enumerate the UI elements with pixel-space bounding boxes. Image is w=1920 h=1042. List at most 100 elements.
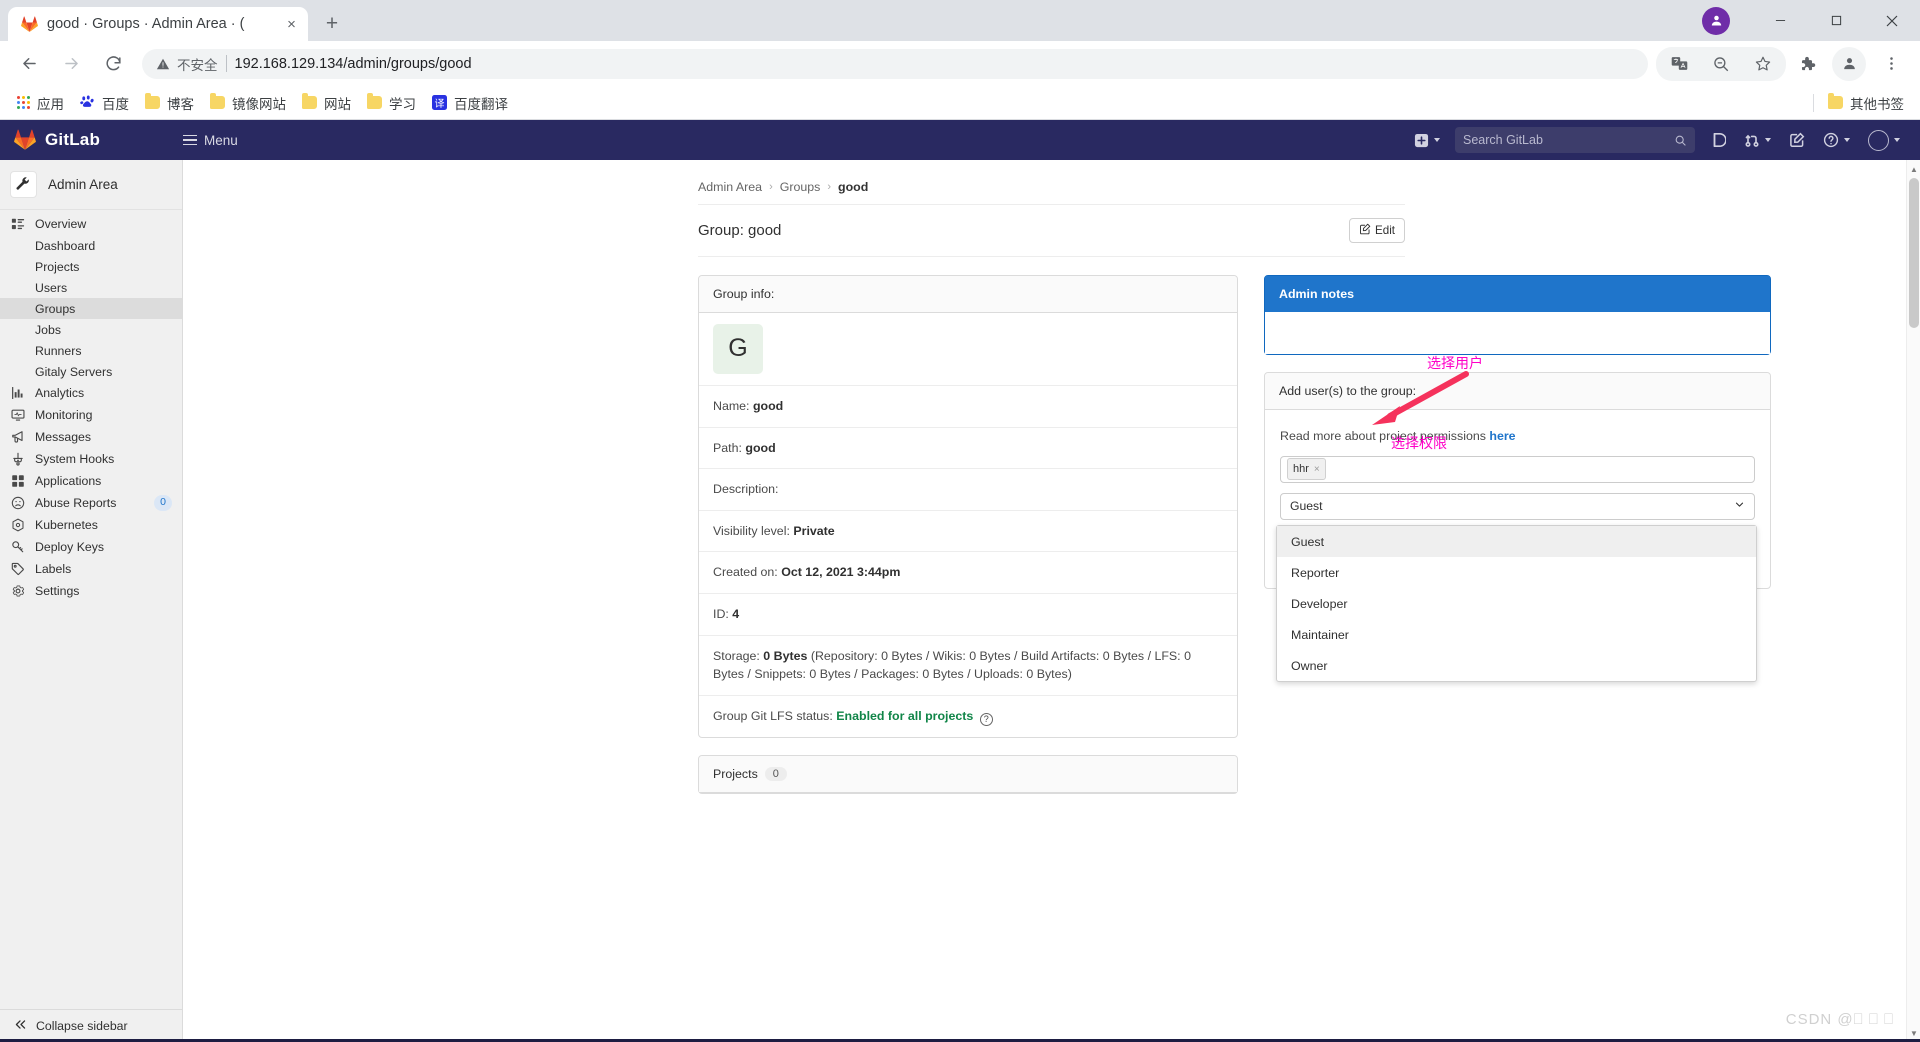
sidebar-item-dashboard[interactable]: Dashboard xyxy=(0,235,182,256)
breadcrumb-groups[interactable]: Groups xyxy=(780,180,821,194)
collapse-sidebar-button[interactable]: Collapse sidebar xyxy=(0,1009,182,1042)
group-info-card-title: Group info: xyxy=(699,276,1237,313)
sidebar-context-admin-area[interactable]: Admin Area xyxy=(0,160,182,210)
page-scrollbar[interactable]: ▲ ▼ xyxy=(1906,160,1920,1042)
sidebar-item-kubernetes[interactable]: Kubernetes xyxy=(0,514,182,536)
bookmark-star-icon[interactable] xyxy=(1746,47,1780,81)
permissions-here-link[interactable]: here xyxy=(1489,429,1515,443)
bookmark-other-folder[interactable]: 其他书签 xyxy=(1820,89,1912,117)
bookmarks-other: 其他书签 xyxy=(1807,89,1912,117)
scrollbar-thumb[interactable] xyxy=(1909,178,1919,328)
help-circle-icon[interactable]: ? xyxy=(980,713,993,726)
menu-kebab-icon[interactable] xyxy=(1874,47,1908,81)
profile-icon[interactable] xyxy=(1832,47,1866,81)
sidebar-item-gitaly-servers[interactable]: Gitaly Servers xyxy=(0,361,182,382)
help-icon[interactable] xyxy=(1814,120,1859,160)
browser-tab[interactable]: good · Groups · Admin Area · ( × xyxy=(8,7,308,41)
access-level-select[interactable]: Guest xyxy=(1280,493,1755,520)
zoom-out-icon[interactable] xyxy=(1704,47,1738,81)
sidebar-item-jobs[interactable]: Jobs xyxy=(0,319,182,340)
sidebar-item-labels[interactable]: Labels xyxy=(0,558,182,580)
forward-icon[interactable] xyxy=(54,47,88,81)
group-avatar: G xyxy=(713,324,763,374)
group-avatar-row: G xyxy=(699,313,1237,386)
user-avatar[interactable] xyxy=(1859,120,1909,160)
todos-icon[interactable] xyxy=(1780,120,1814,160)
hook-icon xyxy=(10,452,25,467)
gitlab-menu-button[interactable]: Menu xyxy=(183,133,238,148)
sidebar-item-runners[interactable]: Runners xyxy=(0,340,182,361)
sidebar-item-users[interactable]: Users xyxy=(0,277,182,298)
bookmark-mirror-sites[interactable]: 镜像网站 xyxy=(202,89,294,117)
window-maximize-button[interactable] xyxy=(1808,0,1864,41)
folder-icon xyxy=(210,96,225,109)
translate-icon[interactable] xyxy=(1662,47,1696,81)
sidebar-item-label: System Hooks xyxy=(35,452,114,466)
user-select-input[interactable]: hhr × xyxy=(1280,456,1755,483)
bookmark-baidu-translate[interactable]: 译 百度翻译 xyxy=(424,89,516,117)
group-storage-row: Storage: 0 Bytes (Repository: 0 Bytes / … xyxy=(699,636,1237,696)
search-input[interactable]: Search GitLab xyxy=(1455,127,1695,153)
breadcrumb-admin-area[interactable]: Admin Area xyxy=(698,180,762,194)
group-storage-value: 0 Bytes xyxy=(763,649,807,663)
issues-icon[interactable] xyxy=(1701,120,1735,160)
gitlab-brand[interactable]: GitLab xyxy=(0,129,183,151)
gitlab-logo-icon xyxy=(14,129,36,151)
chrome-profile-avatar[interactable] xyxy=(1702,7,1730,35)
address-bar[interactable]: 不安全 192.168.129.134/admin/groups/good xyxy=(142,49,1648,79)
new-dropdown-button[interactable] xyxy=(1405,120,1449,160)
sidebar-item-projects[interactable]: Projects xyxy=(0,256,182,277)
sidebar-item-deploy-keys[interactable]: Deploy Keys xyxy=(0,536,182,558)
admin-notes-title: Admin notes xyxy=(1265,276,1770,312)
sidebar-item-label: Labels xyxy=(35,562,71,576)
reload-icon[interactable] xyxy=(96,47,130,81)
sidebar-item-messages[interactable]: Messages xyxy=(0,426,182,448)
projects-count: 0 xyxy=(765,767,787,781)
url-text: 192.168.129.134/admin/groups/good xyxy=(235,56,472,72)
dropdown-option-developer[interactable]: Developer xyxy=(1277,588,1756,619)
window-minimize-button[interactable] xyxy=(1752,0,1808,41)
sidebar-item-label: Groups xyxy=(35,302,75,316)
extensions-puzzle-icon[interactable] xyxy=(1790,47,1824,81)
bookmark-label: 博客 xyxy=(167,93,194,113)
close-icon[interactable]: × xyxy=(1314,462,1320,477)
merge-requests-icon[interactable] xyxy=(1735,120,1780,160)
sidebar-item-monitoring[interactable]: Monitoring xyxy=(0,404,182,426)
chevron-down-icon xyxy=(1434,138,1440,142)
bookmark-websites[interactable]: 网站 xyxy=(294,89,359,117)
sidebar-item-analytics[interactable]: Analytics xyxy=(0,382,182,404)
back-icon[interactable] xyxy=(12,47,46,81)
sidebar-item-applications[interactable]: Applications xyxy=(0,470,182,492)
sidebar-item-system-hooks[interactable]: System Hooks xyxy=(0,448,182,470)
window-close-button[interactable] xyxy=(1864,0,1920,41)
access-level-value: Guest xyxy=(1290,497,1323,515)
dropdown-option-maintainer[interactable]: Maintainer xyxy=(1277,619,1756,650)
bookmark-apps[interactable]: 应用 xyxy=(9,89,72,117)
new-tab-button[interactable]: + xyxy=(315,7,349,41)
bookmark-label: 镜像网站 xyxy=(232,93,286,113)
bookmark-label: 应用 xyxy=(37,93,64,113)
bookmark-label: 百度 xyxy=(102,93,129,113)
dropdown-option-guest[interactable]: Guest xyxy=(1277,526,1756,557)
chevron-double-left-icon xyxy=(14,1018,27,1034)
bookmark-label: 网站 xyxy=(324,93,351,113)
sidebar-item-label: Abuse Reports xyxy=(35,496,116,510)
sidebar-item-settings[interactable]: Settings xyxy=(0,580,182,602)
scroll-up-arrow-icon[interactable]: ▲ xyxy=(1907,162,1920,176)
scroll-down-arrow-icon[interactable]: ▼ xyxy=(1907,1026,1920,1040)
search-icon xyxy=(1674,134,1687,147)
gitlab-navbar-right: Search GitLab xyxy=(1405,120,1909,160)
bookmark-blog[interactable]: 博客 xyxy=(137,89,202,117)
dropdown-option-owner[interactable]: Owner xyxy=(1277,650,1756,681)
page-title: Group: good xyxy=(698,222,781,239)
sidebar-item-groups[interactable]: Groups xyxy=(0,298,182,319)
bookmark-study[interactable]: 学习 xyxy=(359,89,424,117)
admin-notes-body[interactable] xyxy=(1265,312,1770,354)
sidebar-item-abuse-reports[interactable]: Abuse Reports 0 xyxy=(0,492,182,514)
close-icon[interactable]: × xyxy=(283,16,300,33)
dropdown-option-reporter[interactable]: Reporter xyxy=(1277,557,1756,588)
apps-grid-icon xyxy=(17,96,30,109)
edit-button[interactable]: Edit xyxy=(1349,218,1405,243)
bookmark-baidu[interactable]: 百度 xyxy=(72,89,137,117)
sidebar-item-overview[interactable]: Overview xyxy=(0,213,182,235)
